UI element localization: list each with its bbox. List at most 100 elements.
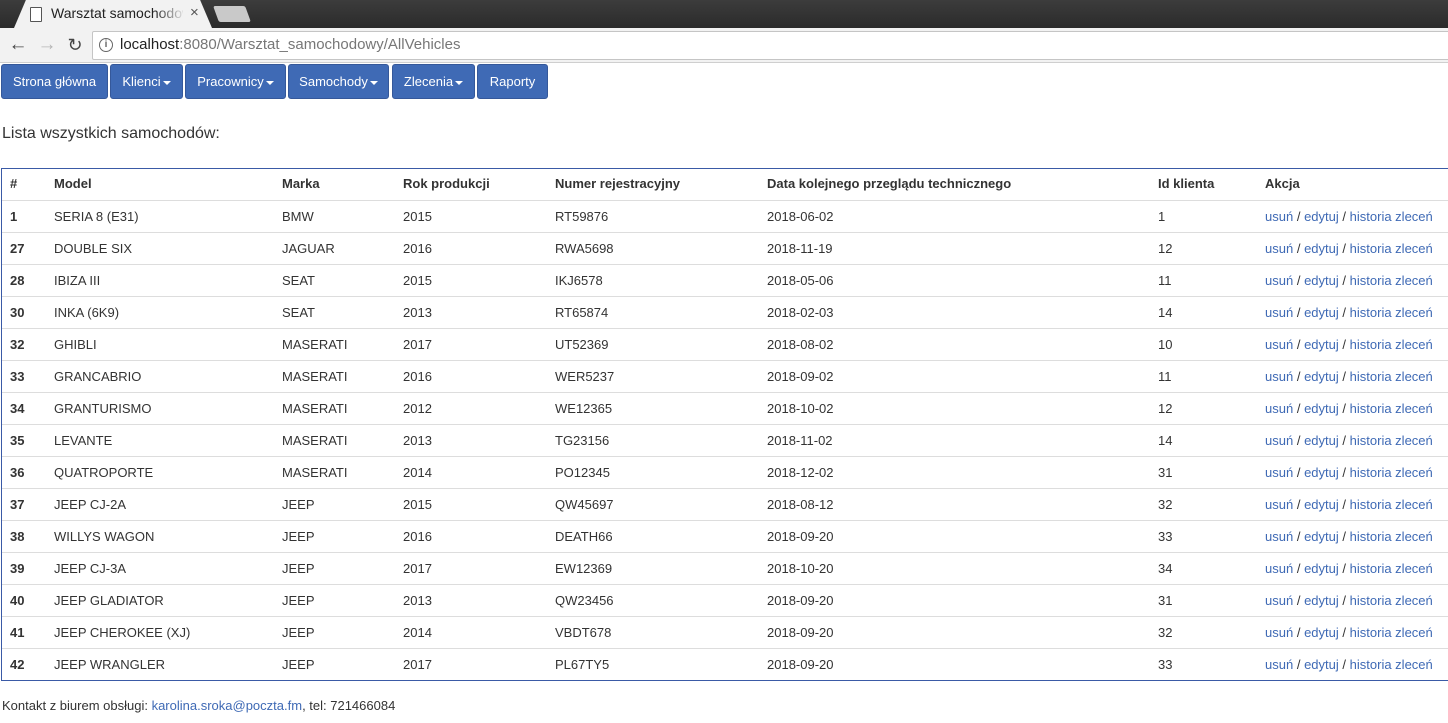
table-row: 40 JEEP GLADIATOR JEEP 2013 QW23456 2018-09-2… xyxy=(2,584,1448,616)
order-history-link[interactable]: historia zleceń xyxy=(1350,337,1433,352)
order-history-link[interactable]: historia zleceń xyxy=(1350,401,1433,416)
cell-inspection: 2018-09-20 xyxy=(767,593,834,608)
delete-link[interactable]: usuń xyxy=(1265,209,1293,224)
cell-plate: RT59876 xyxy=(555,209,609,224)
delete-link[interactable]: usuń xyxy=(1265,561,1293,576)
order-history-link[interactable]: historia zleceń xyxy=(1350,625,1433,640)
new-tab-button[interactable] xyxy=(213,6,251,22)
nav-reports-button[interactable]: Raporty xyxy=(477,64,548,99)
reload-icon[interactable]: ↻ xyxy=(64,34,86,56)
edit-link[interactable]: edytuj xyxy=(1304,657,1339,672)
order-history-link[interactable]: historia zleceń xyxy=(1350,529,1433,544)
edit-link[interactable]: edytuj xyxy=(1304,401,1339,416)
table-row: 39 JEEP CJ-3A JEEP 2017 EW12369 2018-10-20 34 u… xyxy=(2,552,1448,584)
edit-link[interactable]: edytuj xyxy=(1304,465,1339,480)
delete-link[interactable]: usuń xyxy=(1265,593,1293,608)
delete-link[interactable]: usuń xyxy=(1265,369,1293,384)
table-row: 35 LEVANTE MASERATI 2013 TG23156 2018-11-02 14… xyxy=(2,424,1448,456)
delete-link[interactable]: usuń xyxy=(1265,337,1293,352)
delete-link[interactable]: usuń xyxy=(1265,273,1293,288)
edit-link[interactable]: edytuj xyxy=(1304,209,1339,224)
cell-inspection: 2018-10-02 xyxy=(767,401,834,416)
edit-link[interactable]: edytuj xyxy=(1304,625,1339,640)
delete-link[interactable]: usuń xyxy=(1265,657,1293,672)
cell-year: 2014 xyxy=(403,465,432,480)
browser-tab[interactable]: Warsztat samochodowy × xyxy=(14,0,212,28)
edit-link[interactable]: edytuj xyxy=(1304,561,1339,576)
order-history-link[interactable]: historia zleceń xyxy=(1350,561,1433,576)
order-history-link[interactable]: historia zleceń xyxy=(1350,305,1433,320)
order-history-link[interactable]: historia zleceń xyxy=(1350,273,1433,288)
order-history-link[interactable]: historia zleceń xyxy=(1350,369,1433,384)
order-history-link[interactable]: historia zleceń xyxy=(1350,497,1433,512)
cell-year: 2015 xyxy=(403,497,432,512)
cell-model: JEEP WRANGLER xyxy=(54,657,166,672)
forward-arrow-icon[interactable]: → xyxy=(36,34,58,56)
order-history-link[interactable]: historia zleceń xyxy=(1350,209,1433,224)
edit-link[interactable]: edytuj xyxy=(1304,497,1339,512)
action-separator: / xyxy=(1342,273,1347,288)
order-history-link[interactable]: historia zleceń xyxy=(1350,593,1433,608)
url-text[interactable]: localhost:8080/Warsztat_samochodowy/AllV… xyxy=(120,36,460,53)
action-separator: / xyxy=(1296,593,1301,608)
order-history-link[interactable]: historia zleceń xyxy=(1350,657,1433,672)
cell-client: 11 xyxy=(1158,273,1172,288)
nav-orders-button[interactable]: Zlecenia xyxy=(392,64,475,99)
action-separator: / xyxy=(1342,369,1347,384)
action-separator: / xyxy=(1342,209,1347,224)
delete-link[interactable]: usuń xyxy=(1265,401,1293,416)
edit-link[interactable]: edytuj xyxy=(1304,337,1339,352)
edit-link[interactable]: edytuj xyxy=(1304,369,1339,384)
delete-link[interactable]: usuń xyxy=(1265,465,1293,480)
nav-cars-button[interactable]: Samochody xyxy=(288,64,389,99)
edit-link[interactable]: edytuj xyxy=(1304,433,1339,448)
back-arrow-icon[interactable]: ← xyxy=(7,34,29,56)
edit-link[interactable]: edytuj xyxy=(1304,593,1339,608)
address-bar[interactable]: i localhost:8080/Warsztat_samochodowy/Al… xyxy=(92,31,1448,60)
cell-plate: WER5237 xyxy=(555,369,615,384)
tab-close-icon[interactable]: × xyxy=(190,4,199,21)
action-separator: / xyxy=(1296,561,1301,576)
cell-actions: usuń / edytuj / historia zleceń xyxy=(1265,489,1433,520)
action-separator: / xyxy=(1342,625,1347,640)
delete-link[interactable]: usuń xyxy=(1265,529,1293,544)
action-separator: / xyxy=(1342,305,1347,320)
footer-email-link[interactable]: karolina.sroka@poczta.fm xyxy=(152,698,302,713)
header-year: Rok produkcji xyxy=(403,176,490,191)
nav-clients-button[interactable]: Klienci xyxy=(110,64,183,99)
table-row: 38 WILLYS WAGON JEEP 2016 DEATH66 2018-09-20 3… xyxy=(2,520,1448,552)
edit-link[interactable]: edytuj xyxy=(1304,273,1339,288)
order-history-link[interactable]: historia zleceń xyxy=(1350,241,1433,256)
cell-client: 12 xyxy=(1158,401,1173,416)
cell-year: 2016 xyxy=(403,369,432,384)
order-history-link[interactable]: historia zleceń xyxy=(1350,433,1433,448)
nav-home-button[interactable]: Strona główna xyxy=(1,64,108,99)
table-row: 41 JEEP CHEROKEE (XJ) JEEP 2014 VBDT678 2018-… xyxy=(2,616,1448,648)
delete-link[interactable]: usuń xyxy=(1265,625,1293,640)
cell-year: 2013 xyxy=(403,593,432,608)
edit-link[interactable]: edytuj xyxy=(1304,305,1339,320)
nav-orders-label: Zlecenia xyxy=(403,74,454,89)
edit-link[interactable]: edytuj xyxy=(1304,241,1339,256)
info-icon[interactable]: i xyxy=(99,38,113,52)
action-separator: / xyxy=(1342,337,1347,352)
nav-employees-button[interactable]: Pracownicy xyxy=(185,64,286,99)
header-id: # xyxy=(10,176,18,191)
delete-link[interactable]: usuń xyxy=(1265,305,1293,320)
cell-model: JEEP CJ-2A xyxy=(54,497,127,512)
nav-employees-label: Pracownicy xyxy=(197,74,264,89)
cell-brand: JEEP xyxy=(282,497,315,512)
cell-plate: DEATH66 xyxy=(555,529,613,544)
delete-link[interactable]: usuń xyxy=(1265,497,1293,512)
cell-year: 2017 xyxy=(403,337,432,352)
order-history-link[interactable]: historia zleceń xyxy=(1350,465,1433,480)
edit-link[interactable]: edytuj xyxy=(1304,529,1339,544)
delete-link[interactable]: usuń xyxy=(1265,241,1293,256)
delete-link[interactable]: usuń xyxy=(1265,433,1293,448)
table-row: 36 QUATROPORTE MASERATI 2014 PO12345 2018-12-… xyxy=(2,456,1448,488)
cell-brand: JEEP xyxy=(282,529,315,544)
cell-client: 14 xyxy=(1158,305,1173,320)
cell-id: 32 xyxy=(10,337,25,352)
cell-id: 1 xyxy=(10,209,18,224)
cell-plate: TG23156 xyxy=(555,433,610,448)
